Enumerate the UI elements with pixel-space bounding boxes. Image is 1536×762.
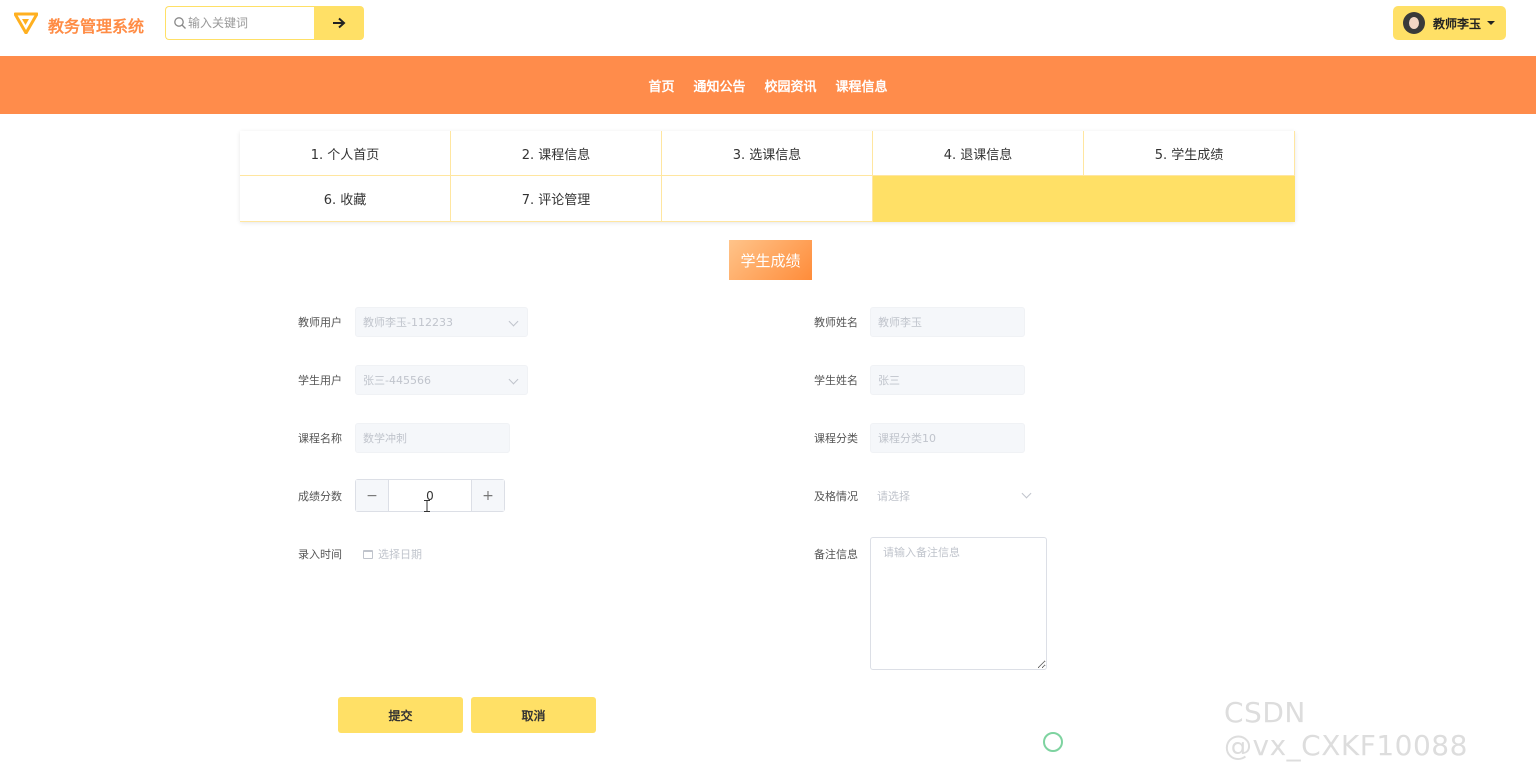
course-name-field[interactable]: 数学冲刺 — [355, 423, 510, 453]
arrow-right-icon — [333, 17, 346, 29]
chevron-down-icon — [508, 316, 519, 327]
nav-news[interactable]: 校园资讯 — [765, 76, 817, 95]
text-cursor-icon — [424, 500, 430, 512]
submit-button[interactable]: 提交 — [338, 697, 463, 733]
menu-item-student-grades[interactable]: 5. 学生成绩 — [1084, 131, 1295, 176]
search-input[interactable] — [188, 13, 308, 33]
user-name: 教师李玉 — [1433, 16, 1482, 31]
teacher-user-value: 教师李玉-112233 — [363, 316, 453, 329]
time-label: 录入时间 — [298, 548, 342, 561]
main-nav: 首页 通知公告 校园资讯 课程信息 — [0, 56, 1536, 114]
remark-label: 备注信息 — [814, 548, 858, 561]
decrement-button[interactable]: − — [356, 480, 389, 511]
teacher-user-label: 教师用户 — [298, 316, 342, 329]
teacher-user-select[interactable]: 教师李玉-112233 — [355, 307, 528, 337]
course-name-value: 数学冲刺 — [363, 432, 407, 445]
watermark: CSDN @vx_CXKF10088 — [1224, 696, 1468, 762]
nav-notice[interactable]: 通知公告 — [693, 76, 745, 95]
floating-widget-icon[interactable] — [1043, 732, 1063, 752]
search-button[interactable] — [314, 6, 364, 40]
menu-filler-highlight — [873, 176, 1295, 222]
menu-item-favorites[interactable]: 6. 收藏 — [240, 176, 451, 222]
course-category-value: 课程分类10 — [878, 432, 936, 445]
site-title: 教务管理系统 — [48, 17, 145, 36]
teacher-name-label: 教师姓名 — [814, 316, 858, 329]
search-box — [165, 6, 315, 40]
student-user-label: 学生用户 — [298, 374, 342, 387]
score-input[interactable]: 0 — [389, 480, 471, 511]
user-center-menu: 1. 个人首页 2. 课程信息 3. 选课信息 4. 退课信息 5. 学生成绩 … — [240, 131, 1295, 222]
menu-item-comments[interactable]: 7. 评论管理 — [451, 176, 662, 222]
date-placeholder: 选择日期 — [378, 548, 422, 561]
chevron-down-icon — [1021, 488, 1032, 499]
student-user-select[interactable]: 张三-445566 — [355, 365, 528, 395]
student-name-value: 张三 — [878, 374, 900, 387]
pass-status-label: 及格情况 — [814, 490, 858, 503]
menu-item-course-drop[interactable]: 4. 退课信息 — [873, 131, 1084, 176]
teacher-name-value: 教师李玉 — [878, 316, 922, 329]
student-name-label: 学生姓名 — [814, 374, 858, 387]
caret-down-icon — [1487, 21, 1496, 25]
menu-item-home[interactable]: 1. 个人首页 — [240, 131, 451, 176]
chevron-down-icon — [508, 374, 519, 385]
teacher-name-field[interactable]: 教师李玉 — [870, 307, 1025, 337]
course-category-field[interactable]: 课程分类10 — [870, 423, 1025, 453]
student-user-value: 张三-445566 — [363, 374, 431, 387]
cancel-button[interactable]: 取消 — [471, 697, 596, 733]
page-title: 学生成绩 — [729, 240, 812, 280]
calendar-icon — [363, 549, 373, 559]
user-menu-button[interactable]: 教师李玉 — [1393, 6, 1506, 40]
menu-item-course-selection[interactable]: 3. 选课信息 — [662, 131, 873, 176]
avatar — [1403, 12, 1425, 34]
nav-home[interactable]: 首页 — [648, 76, 674, 95]
course-category-label: 课程分类 — [814, 432, 858, 445]
score-stepper: − 0 + — [355, 479, 505, 512]
logo-icon — [14, 12, 38, 34]
score-label: 成绩分数 — [298, 490, 342, 503]
pass-status-placeholder: 请选择 — [877, 490, 910, 503]
menu-empty-cell — [662, 176, 873, 222]
remark-textarea[interactable] — [870, 537, 1047, 670]
search-icon — [174, 17, 186, 29]
top-bar: 教务管理系统 教师李玉 — [0, 0, 1536, 56]
nav-course[interactable]: 课程信息 — [836, 76, 888, 95]
date-picker[interactable]: 选择日期 — [363, 540, 513, 568]
increment-button[interactable]: + — [471, 480, 504, 511]
student-name-field[interactable]: 张三 — [870, 365, 1025, 395]
pass-status-select[interactable]: 请选择 — [870, 481, 1040, 511]
course-name-label: 课程名称 — [298, 432, 342, 445]
menu-item-course-info[interactable]: 2. 课程信息 — [451, 131, 662, 176]
